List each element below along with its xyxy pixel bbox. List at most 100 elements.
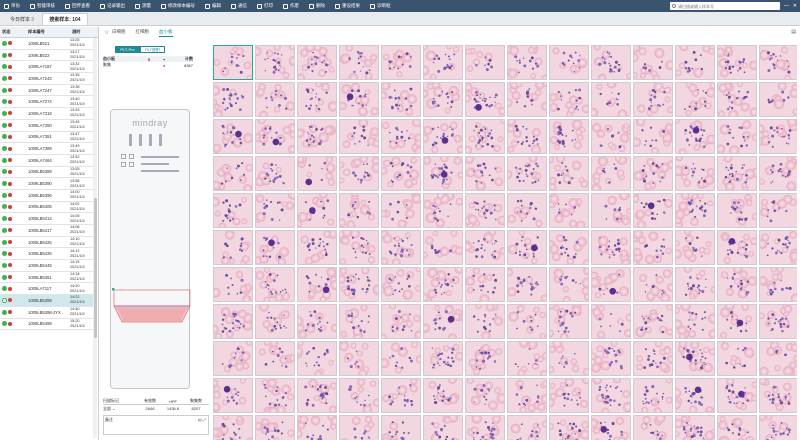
minimize-icon[interactable]: — (784, 3, 789, 9)
table-row[interactable]: 1009LB521 13:25 2021/10/ (0, 38, 93, 50)
cell-image-tile[interactable] (339, 45, 379, 83)
table-row[interactable]: 1009LA7187 13:32 2021/10/ (0, 61, 93, 74)
toolbar-item-1[interactable]: 智能审核 (30, 3, 55, 9)
cell-image-tile[interactable] (296, 154, 337, 191)
cell-image-tile[interactable] (503, 153, 547, 191)
cell-image-tile[interactable] (254, 415, 295, 440)
cell-image-tile[interactable] (465, 302, 505, 341)
cell-image-tile[interactable] (589, 267, 631, 302)
cell-image-tile[interactable] (717, 377, 758, 413)
cell-image-tile[interactable] (759, 340, 797, 377)
cell-image-tile[interactable] (337, 191, 379, 230)
cell-image-tile[interactable] (295, 119, 337, 154)
table-row[interactable]: 1009LB5396 14:00 2021/10/ (0, 190, 93, 202)
cell-image-tile[interactable] (337, 154, 382, 191)
cell-image-tile[interactable] (591, 119, 634, 154)
cell-image-tile[interactable] (294, 339, 337, 379)
cell-image-tile[interactable] (717, 263, 758, 302)
table-row[interactable]: 1009LB5389 13:55 2021/10/ (0, 167, 93, 179)
cell-image-tile[interactable] (717, 193, 760, 228)
sample-search[interactable] (670, 2, 780, 10)
scan-area-map[interactable] (112, 288, 196, 338)
cell-image-tile[interactable] (630, 45, 676, 83)
cell-image-tile[interactable] (254, 189, 298, 228)
cell-image-tile[interactable] (591, 154, 631, 194)
cell-image-tile[interactable] (717, 300, 757, 339)
cell-image-tile[interactable] (253, 116, 298, 154)
cell-image-tile[interactable] (420, 119, 466, 154)
table-row[interactable]: 1009LA7464 13:52 2021/10/ (0, 155, 93, 167)
cell-image-tile[interactable] (672, 191, 715, 230)
cell-image-tile[interactable] (420, 229, 464, 265)
cell-image-tile[interactable] (297, 80, 339, 117)
cell-image-tile[interactable] (504, 267, 549, 303)
cell-image-tile[interactable] (759, 45, 797, 82)
table-row[interactable]: 1009LA7274 13:40 2021/10/ (0, 96, 93, 109)
cell-image-tile[interactable] (672, 228, 715, 265)
cell-image-tile[interactable] (717, 153, 761, 192)
toolbar-item-10[interactable]: 删除 (309, 3, 325, 9)
cell-image-tile[interactable] (503, 45, 549, 82)
cell-image-tile[interactable] (297, 267, 341, 304)
cell-image-tile[interactable] (758, 413, 797, 440)
table-row[interactable]: 1009LB522 13:27 2021/10/ (0, 50, 93, 62)
cell-image-tile[interactable] (379, 229, 421, 267)
cell-image-tile[interactable] (758, 303, 797, 339)
cell-image-tile[interactable] (339, 117, 381, 154)
table-row[interactable]: 1009LB5405 14:02 2021/10/ (0, 202, 93, 214)
cell-image-tile[interactable] (213, 339, 253, 376)
table-row[interactable]: 1009LA7243 13:35 2021/10/ (0, 73, 93, 85)
cell-image-tile[interactable] (252, 45, 299, 80)
toolbar-item-6[interactable]: 编辑 (205, 3, 221, 9)
cell-image-tile[interactable] (671, 378, 715, 417)
cell-image-tile[interactable] (213, 193, 253, 230)
slide-thumbnail[interactable]: mindray (110, 109, 191, 389)
cell-image-tile[interactable] (213, 156, 254, 194)
cell-image-tile[interactable] (717, 341, 757, 376)
cell-image-tile[interactable] (213, 45, 253, 81)
toolbar-item-4[interactable]: 测量 (135, 3, 151, 9)
cell-image-tile[interactable] (462, 227, 507, 265)
close-icon[interactable]: ✕ (793, 3, 797, 9)
cell-image-tile[interactable] (545, 230, 591, 268)
export-icon[interactable]: ▤ (791, 29, 796, 35)
table-row[interactable]: 1009LB5414 14:05 2021/10/ (0, 213, 93, 225)
summary-filter-select[interactable]: 全部 ⌄ (103, 406, 139, 412)
scroll-thumb[interactable] (93, 198, 97, 338)
cell-image-tile[interactable] (546, 193, 589, 230)
cell-image-tile[interactable] (381, 117, 425, 157)
cell-image-tile[interactable] (758, 155, 797, 191)
cell-image-tile[interactable] (549, 45, 589, 80)
cell-image-tile[interactable] (717, 230, 758, 265)
cell-image-tile[interactable] (545, 374, 592, 413)
header-status[interactable]: 状态 (0, 29, 26, 35)
cell-image-tile[interactable] (546, 154, 589, 192)
cell-image-tile[interactable] (674, 45, 716, 80)
cell-image-tile[interactable] (588, 78, 631, 120)
cell-image-tile[interactable] (549, 266, 593, 305)
cell-image-tile[interactable] (631, 192, 674, 230)
segment-plt-pro[interactable]: PLT-Pro (115, 46, 140, 53)
cell-image-tile[interactable] (759, 81, 797, 117)
tab-wbc[interactable]: 白细胞 (112, 29, 126, 36)
table-row[interactable]: 1009LA7319 13:43 2021/10/ (0, 108, 93, 120)
cell-image-tile[interactable] (507, 378, 551, 414)
table-row[interactable]: 1009LB5398-JYX 14:40 2021/10/ (0, 307, 93, 319)
cell-image-tile[interactable] (591, 189, 634, 228)
cell-image-tile[interactable] (253, 230, 295, 266)
cell-image-tile[interactable] (255, 338, 297, 376)
cell-image-tile[interactable] (715, 45, 759, 80)
cell-image-tile[interactable] (419, 45, 463, 81)
cell-image-tile[interactable] (338, 82, 379, 117)
cell-image-tile[interactable] (588, 302, 634, 339)
segment-plt-radial[interactable]: PLT放射 (140, 46, 165, 53)
cell-image-tile[interactable] (339, 415, 379, 440)
cell-image-tile[interactable] (339, 304, 379, 342)
toolbar-item-0[interactable]: 单份 (4, 3, 20, 9)
cell-image-tile[interactable] (379, 80, 421, 117)
table-row[interactable]: 1009LA7389 13:49 2021/10/ (0, 143, 93, 155)
cell-image-tile[interactable] (420, 264, 465, 305)
cell-image-tile[interactable] (381, 377, 421, 413)
cell-image-tile[interactable] (297, 378, 338, 414)
cell-image-tile[interactable] (591, 45, 633, 83)
